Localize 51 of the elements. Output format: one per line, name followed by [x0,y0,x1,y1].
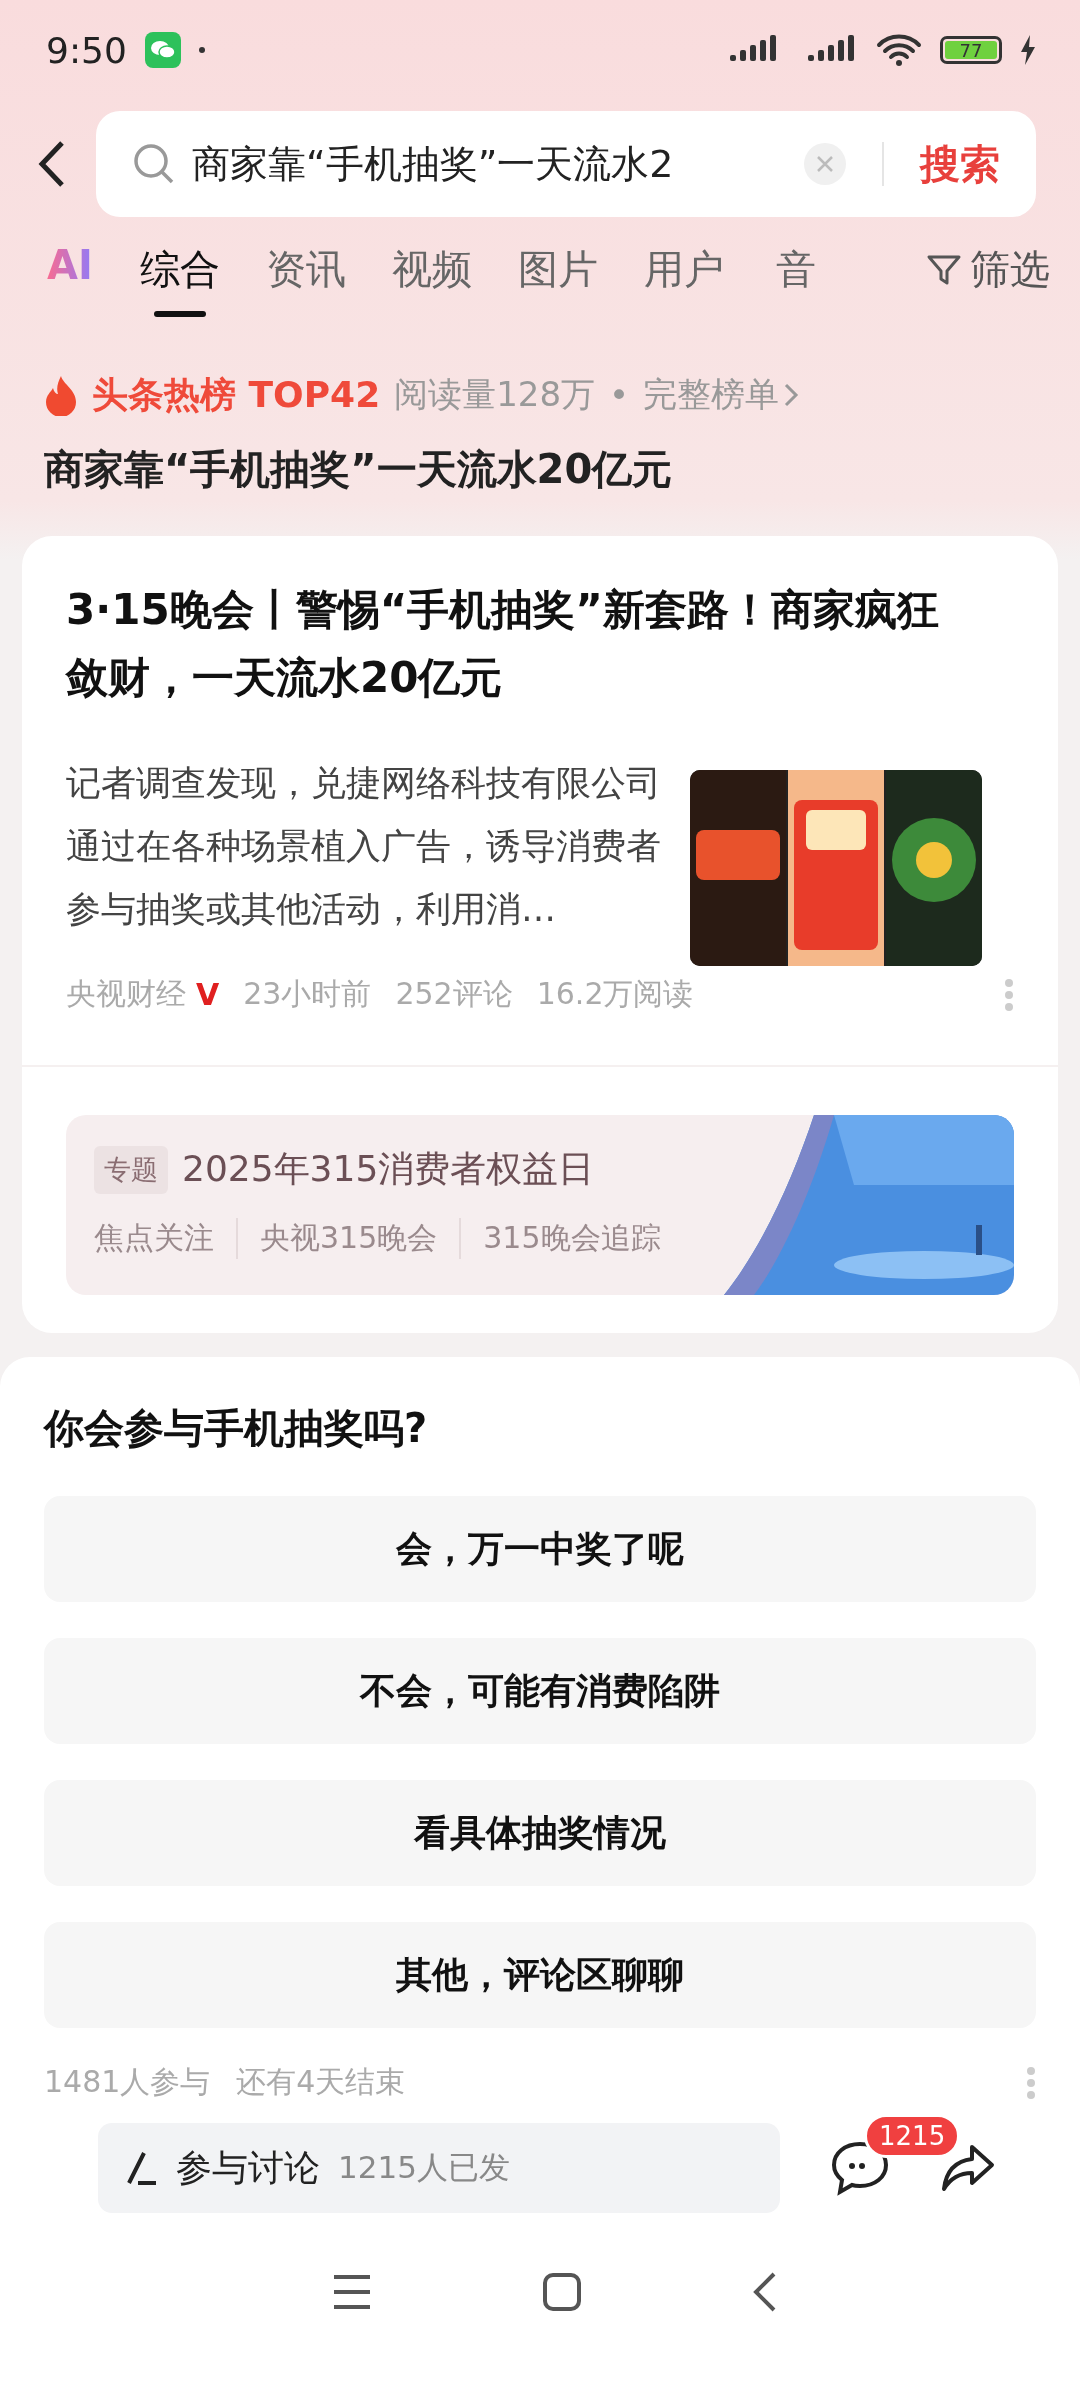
chevron-right-icon [783,381,800,409]
article-title[interactable]: 3·15晚会丨警惕“手机抽奖”新套路！商家疯狂敛财，一天流水20亿元 [66,576,966,712]
article-reads: 16.2万阅读 [536,975,694,1013]
participant-count: 1481人参与 [44,2063,211,2101]
search-button[interactable]: 搜索 [920,136,1000,192]
hot-list-rank: 头条热榜 TOP42 [92,372,381,417]
topic-headline: 商家靠“手机抽奖”一天流水20亿元 [43,445,674,494]
category-tab[interactable]: 资讯 [266,242,346,317]
back-button[interactable] [752,2271,778,2313]
category-tab[interactable]: 用户 [644,242,724,317]
share-icon [940,2143,996,2193]
search-field[interactable]: 商家靠“手机抽奖”一天流水2 搜索 [96,111,1036,217]
category-tab[interactable]: 综合 [140,242,220,317]
poll-option[interactable]: 看具体抽奖情况 [44,1780,1036,1886]
article-time: 23小时前 [243,975,372,1013]
wifi-icon [876,33,922,67]
home-button[interactable] [542,2272,582,2312]
time-remaining: 还有4天结束 [236,2063,406,2101]
menu-button[interactable] [332,2273,372,2311]
topic-banner[interactable]: 专题 2025年315消费者权益日 焦点关注 央视315晚会 315晚会追踪 [66,1115,1014,1295]
back-button[interactable] [36,139,66,189]
close-icon [816,155,834,173]
poll-question: 你会参与手机抽奖吗? [44,1404,429,1453]
topic-tag: 专题 [94,1145,168,1194]
topic-title: 2025年315消费者权益日 [182,1147,595,1191]
category-tab[interactable]: 音 [770,242,822,317]
category-tab[interactable]: 视频 [392,242,472,317]
flame-icon [44,374,78,416]
read-count: 阅读量128万 [394,373,596,416]
status-time: 9:50 [46,29,127,71]
separator-dot: • [609,375,630,415]
poll-option[interactable]: 其他，评论区聊聊 [44,1922,1036,2028]
comment-count: 252评论 [395,975,513,1013]
topic-link[interactable]: 央视315晚会 [236,1218,460,1259]
battery-level: 77 [945,41,997,59]
full-list-link[interactable]: 完整榜单 [643,372,800,418]
verified-mark: V [196,977,220,1012]
discussion-field[interactable]: 参与讨论 1215人已发 [98,2123,780,2213]
topic-link[interactable]: 315晚会追踪 [459,1218,683,1259]
poll-option[interactable]: 会，万一中奖了呢 [44,1496,1036,1602]
search-icon [132,142,176,186]
filter-button[interactable]: 筛选 [926,242,1050,297]
notification-dot-icon [198,47,205,53]
topic-link[interactable]: 焦点关注 [94,1218,236,1259]
category-tab[interactable]: 图片 [518,242,598,317]
share-button[interactable] [940,2143,996,2193]
poll-option[interactable]: 不会，可能有消费陷阱 [44,1638,1036,1744]
article-summary: 记者调查发现，兑捷网络科技有限公司通过在各种场景植入广告，诱导消费者参与抽奖或其他活动，利用消… [66,762,662,931]
chat-app-icon [144,32,181,68]
charging-icon [1020,35,1036,65]
article-source: 央视财经 [66,975,186,1013]
